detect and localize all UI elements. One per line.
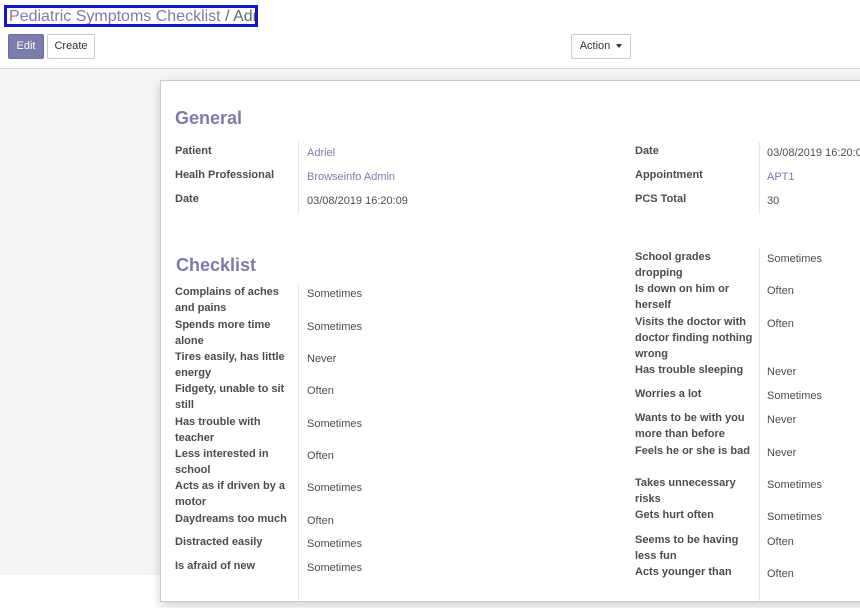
- checklist-item-value[interactable]: Often: [767, 316, 794, 332]
- date-label: Date: [175, 193, 199, 205]
- checklist-item-value[interactable]: Often: [307, 383, 334, 399]
- checklist-item-label: Is afraid of new: [175, 560, 256, 572]
- breadcrumb-parent-link[interactable]: Pediatric Symptoms Checklist: [9, 8, 221, 24]
- checklist-item-value[interactable]: Sometimes: [767, 477, 822, 493]
- checklist-item-value[interactable]: Sometimes: [307, 416, 362, 432]
- right-date-label: Date: [635, 145, 659, 157]
- checklist-item-value[interactable]: Sometimes: [767, 388, 822, 404]
- checklist-item-value[interactable]: Often: [767, 283, 794, 299]
- checklist-item-label: Distracted easily: [175, 536, 263, 548]
- breadcrumb: Pediatric Symptoms Checklist / Adriel: [4, 5, 258, 27]
- pcs-total-field[interactable]: 30: [767, 193, 779, 209]
- checklist-item-value[interactable]: Often: [767, 566, 794, 582]
- checklist-item-label: Takes unnecessary risks: [635, 477, 736, 505]
- checklist-item-label: Gets hurt often: [635, 509, 714, 521]
- action-label: Action: [579, 40, 611, 52]
- checklist-item-value[interactable]: Never: [767, 445, 796, 461]
- appointment-label: Appointment: [635, 169, 703, 181]
- checklist-item-label: Acts as if driven by a motor: [175, 480, 286, 508]
- checklist-item-value[interactable]: Never: [307, 351, 336, 367]
- caret-down-icon: [616, 44, 623, 49]
- right-date-field[interactable]: 03/08/2019 16:20:09: [767, 145, 860, 161]
- checklist-item-label: Seems to be having less fun: [635, 534, 739, 562]
- checklist-item-value[interactable]: Never: [767, 412, 796, 428]
- checklist-item-label: Spends more time alone: [175, 319, 271, 347]
- edit-button[interactable]: Edit: [8, 34, 44, 59]
- date-field[interactable]: 03/08/2019 16:20:09: [307, 193, 408, 209]
- checklist-item-value[interactable]: Sometimes: [767, 251, 822, 267]
- general-left-divider: [298, 142, 299, 214]
- checklist-left-divider: [298, 285, 299, 605]
- checklist-item-label: Visits the doctor with doctor finding no…: [635, 316, 753, 360]
- checklist-item-label: Complains of aches and pains: [175, 286, 279, 314]
- breadcrumb-current: Adriel: [233, 8, 258, 25]
- health-professional-field[interactable]: Browseinfo Admin: [307, 169, 395, 185]
- checklist-right-divider: [759, 248, 760, 608]
- checklist-item-value[interactable]: Sometimes: [307, 319, 362, 335]
- checklist-section-title: Checklist: [176, 255, 257, 275]
- checklist-item-value[interactable]: Often: [767, 534, 794, 550]
- checklist-item-value[interactable]: Sometimes: [307, 480, 362, 496]
- checklist-item-label: Worries a lot: [635, 388, 702, 400]
- patient-field[interactable]: Adriel: [307, 145, 335, 161]
- appointment-field[interactable]: APT1: [767, 169, 795, 185]
- checklist-item-value[interactable]: Often: [307, 448, 334, 464]
- checklist-item-value[interactable]: Sometimes: [767, 509, 822, 525]
- checklist-item-label: Wants to be with you more than before: [635, 412, 745, 440]
- checklist-item-value[interactable]: Never: [767, 364, 796, 380]
- checklist-item-label: Acts younger than: [635, 566, 732, 578]
- checklist-item-label: Less interested in school: [175, 448, 269, 476]
- create-button[interactable]: Create: [47, 34, 95, 59]
- checklist-item-value[interactable]: Sometimes: [307, 286, 362, 302]
- checklist-item-label: School grades dropping: [635, 251, 711, 279]
- patient-label: Patient: [175, 145, 212, 157]
- general-right-divider: [759, 142, 760, 214]
- checklist-item-label: Is down on him or herself: [635, 283, 730, 311]
- pcs-total-label: PCS Total: [635, 193, 687, 205]
- checklist-item-label: Tires easily, has little energy: [175, 351, 285, 379]
- action-dropdown-button[interactable]: Action: [571, 34, 631, 59]
- checklist-item-label: Daydreams too much: [175, 513, 287, 525]
- checklist-item-label: Has trouble sleeping: [635, 364, 744, 376]
- checklist-item-value[interactable]: Sometimes: [307, 536, 362, 552]
- breadcrumb-separator: /: [225, 8, 230, 25]
- checklist-item-value[interactable]: Often: [307, 513, 334, 529]
- checklist-item-label: Fidgety, unable to sit still: [175, 383, 285, 411]
- form-sheet: General Patient Adriel Healh Professiona…: [160, 80, 860, 608]
- general-section-title: General: [175, 108, 243, 128]
- checklist-item-label: Feels he or she is bad: [635, 445, 750, 457]
- checklist-item-label: Has trouble with teacher: [175, 416, 261, 444]
- health-professional-label: Healh Professional: [175, 169, 275, 181]
